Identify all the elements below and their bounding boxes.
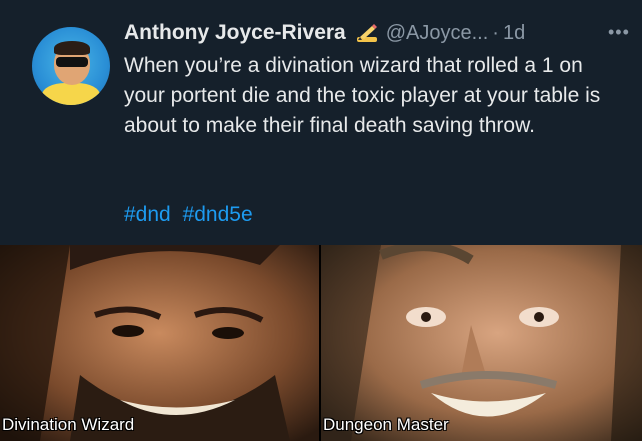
meme-image[interactable]: Divination Wizard Dungeon Master <box>0 245 642 441</box>
avatar[interactable] <box>32 27 110 105</box>
tweet-header: Anthony Joyce-Rivera @AJoyce... · 1d <box>124 21 525 45</box>
avatar-shirt <box>42 83 100 105</box>
tweet-text: When you’re a divination wizard that rol… <box>124 54 601 137</box>
right-caption: Dungeon Master <box>323 415 449 434</box>
author-name[interactable]: Anthony Joyce-Rivera <box>124 21 346 45</box>
avatar-sunglasses <box>56 57 88 67</box>
laughing-man-illustration <box>321 245 642 441</box>
hashtag-link[interactable]: #dnd <box>124 203 171 226</box>
tweet: Anthony Joyce-Rivera @AJoyce... · 1d •••… <box>0 0 642 245</box>
meme-panel-left <box>0 245 319 441</box>
author-handle[interactable]: @AJoyce... <box>386 22 489 45</box>
grinning-man-illustration <box>0 245 319 441</box>
timestamp[interactable]: 1d <box>503 22 525 45</box>
separator-dot: · <box>492 21 499 44</box>
writing-hand-icon <box>354 22 380 44</box>
ellipsis-icon[interactable]: ••• <box>608 22 630 43</box>
avatar-hair <box>54 41 90 55</box>
hashtag-link[interactable]: #dnd5e <box>183 203 253 226</box>
meme-panel-right <box>321 245 642 441</box>
left-caption: Divination Wizard <box>2 415 135 434</box>
hashtags: #dnd #dnd5e <box>124 203 259 227</box>
